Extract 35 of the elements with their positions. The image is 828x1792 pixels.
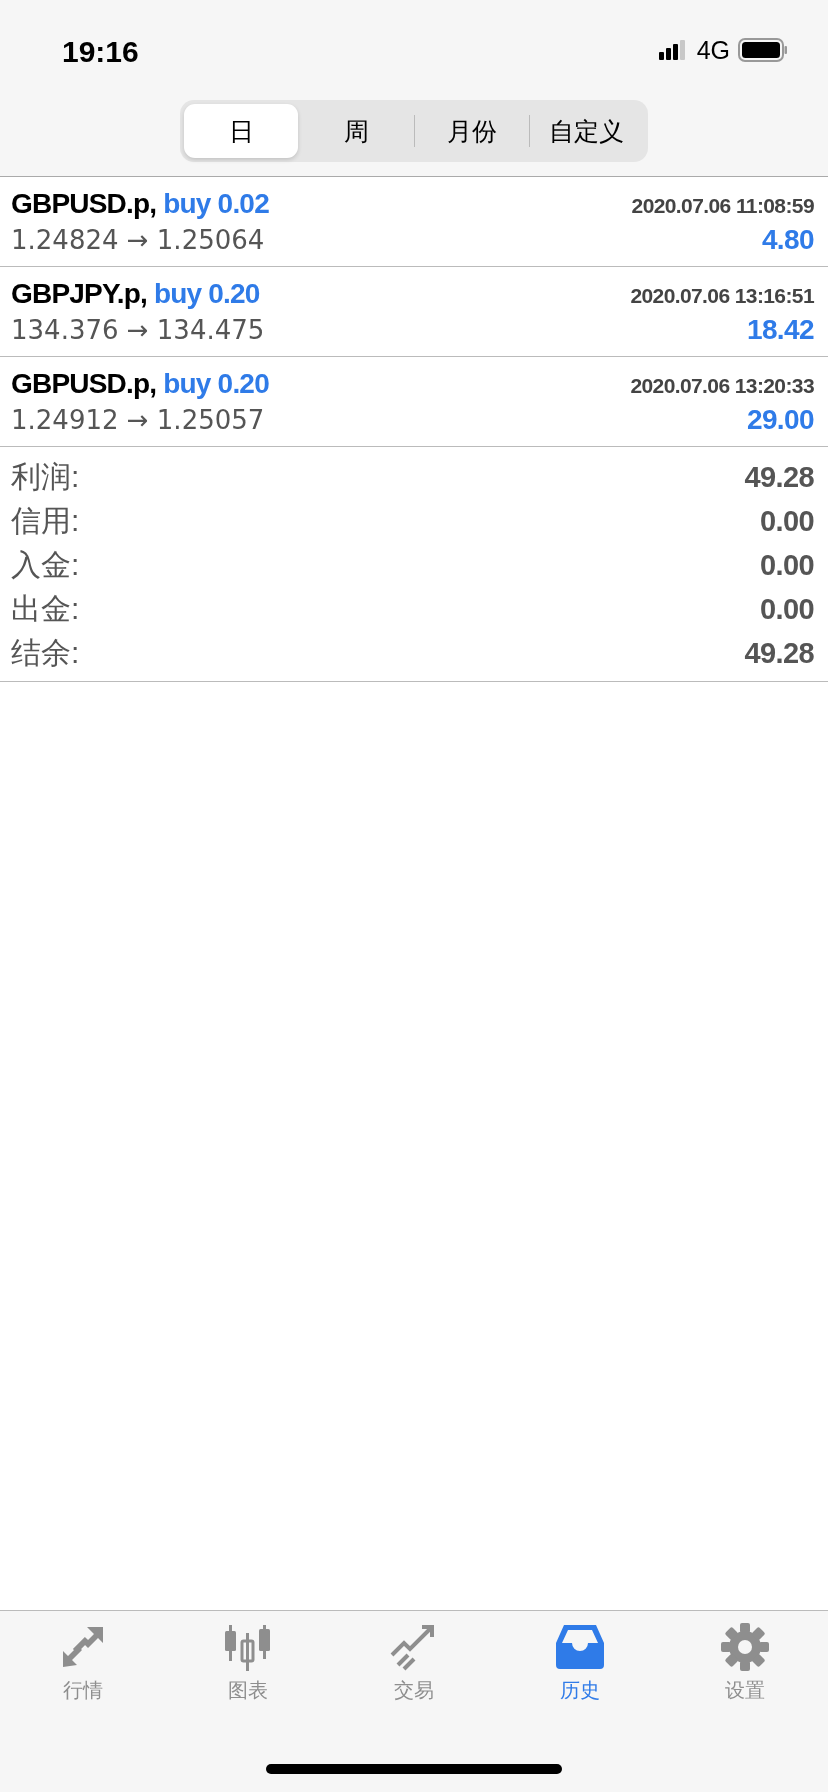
gear-icon [719,1621,772,1673]
deal-prices: 1.24912 → 1.25057 [11,404,265,435]
deal-profit: 4.80 [761,223,814,256]
tab-bar-item[interactable]: 交易 [331,1621,497,1717]
deal-time: 2020.07.06 13:20:33 [630,373,814,398]
tab-bar-item[interactable]: 行情 [0,1621,166,1717]
summary-label: 入金: [11,546,80,583]
status-time: 19:16 [62,34,139,69]
summary-label: 出金: [11,590,80,627]
tab-bar-item[interactable]: 设置 [662,1621,828,1717]
tab-bar-item[interactable]: 历史 [496,1621,663,1717]
deal-time: 2020.07.06 13:16:51 [630,283,814,308]
network-label: 4G [696,35,730,65]
summary-value: 49.28 [744,636,814,670]
period-tab[interactable]: 月份 [414,104,529,158]
deal-title: GBPUSD.p, buy 0.02 [11,187,269,220]
summary-label: 结余: [11,634,80,671]
battery-icon [738,38,788,62]
summary-value: 0.00 [759,592,814,626]
deal-title: GBPUSD.p, buy 0.20 [11,367,269,400]
deal-profit: 18.42 [746,313,814,346]
summary-value: 0.00 [759,548,814,582]
summary-label: 信用: [11,502,80,539]
summary-value: 0.00 [759,504,814,538]
summary-label: 利润: [11,458,80,495]
deal-prices: 134.376 → 134.475 [11,314,265,345]
deal-title: GBPJPY.p, buy 0.20 [11,277,260,310]
deal-profit: 29.00 [746,403,814,436]
period-tab[interactable]: 日 [184,104,299,158]
period-tab[interactable]: 自定义 [529,104,644,158]
summary-value: 49.28 [744,460,814,494]
period-tab[interactable]: 周 [299,104,414,158]
deal-time: 2020.07.06 11:08:59 [631,193,814,218]
tab-bar-item[interactable]: 图表 [165,1621,332,1717]
deal-prices: 1.24824 → 1.25064 [11,224,265,255]
